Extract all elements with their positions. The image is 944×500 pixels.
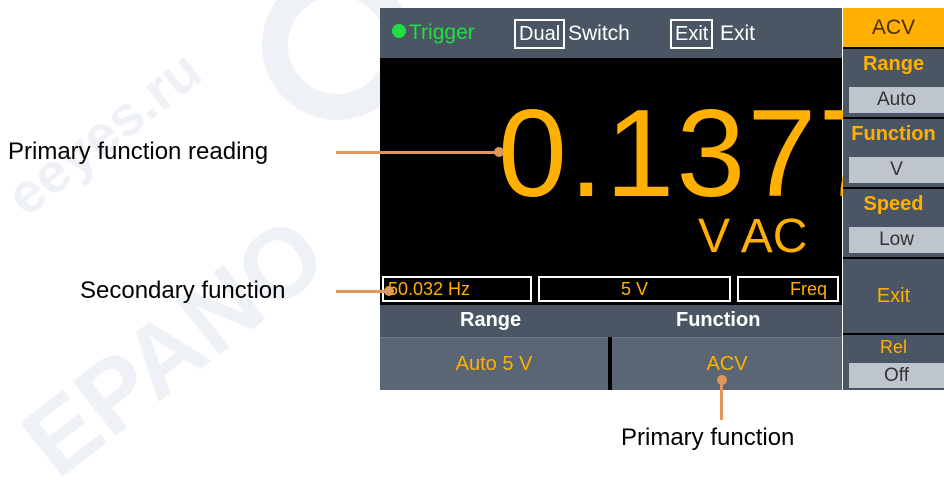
function-value-button[interactable]: ACV xyxy=(612,337,842,390)
trigger-indicator: Trigger xyxy=(392,21,475,45)
callout-primary-function-leader xyxy=(720,380,723,420)
top-status-bar: Trigger Dual Switch Exit Exit xyxy=(380,8,842,58)
trigger-label: Trigger xyxy=(409,21,475,44)
secondary-range: 5 V xyxy=(538,276,731,302)
secondary-frequency: 50.032 Hz xyxy=(382,276,532,302)
softkey-sidebar: ACV Range Auto Function V Speed Low Exit… xyxy=(843,8,944,390)
callout-primary-reading-leader xyxy=(336,151,498,154)
exit-key-box: Exit xyxy=(670,19,714,49)
bottom-header-bar: Range Function xyxy=(380,305,842,337)
watermark-brand: EPANO xyxy=(2,195,346,499)
exit-softkey[interactable]: Exit xyxy=(843,259,944,333)
function-header: Function xyxy=(676,309,761,331)
mode-acv-button[interactable]: ACV xyxy=(843,8,944,47)
dual-key-label: Switch xyxy=(568,22,630,45)
exit-key-label: Exit xyxy=(720,22,756,45)
callout-primary-function: Primary function xyxy=(621,424,795,451)
meter-screen: Trigger Dual Switch Exit Exit 0.1377 V A… xyxy=(380,8,887,390)
range-value-button[interactable]: Auto 5 V xyxy=(380,337,608,390)
function-softkey[interactable]: Function V xyxy=(843,119,944,187)
callout-secondary-function-dot xyxy=(384,286,394,296)
speed-softkey-value: Low xyxy=(849,227,944,253)
range-softkey-value: Auto xyxy=(849,87,944,113)
speed-softkey[interactable]: Speed Low xyxy=(843,189,944,257)
callout-primary-reading: Primary function reading xyxy=(8,138,269,165)
rel-softkey-label: Rel xyxy=(879,337,907,357)
callout-secondary-function-leader xyxy=(336,290,388,293)
function-softkey-label: Function xyxy=(851,123,936,145)
range-header: Range xyxy=(460,309,522,331)
callout-secondary-function: Secondary function xyxy=(80,277,286,304)
secondary-function: Freq xyxy=(737,276,839,302)
watermark-site: eeyes.ru xyxy=(0,37,213,228)
dual-key-box: Dual xyxy=(514,19,566,49)
range-softkey[interactable]: Range Auto xyxy=(843,49,944,117)
speed-softkey-label: Speed xyxy=(863,193,924,215)
trigger-dot-icon xyxy=(392,24,406,38)
function-softkey-value: V xyxy=(849,157,944,183)
rel-softkey-value: Off xyxy=(849,363,944,388)
callout-primary-reading-dot xyxy=(494,147,504,157)
rel-softkey[interactable]: Rel Off xyxy=(843,335,944,390)
range-softkey-label: Range xyxy=(862,53,925,75)
primary-unit: V AC xyxy=(698,210,808,263)
primary-reading: 0.1377 xyxy=(498,85,890,223)
